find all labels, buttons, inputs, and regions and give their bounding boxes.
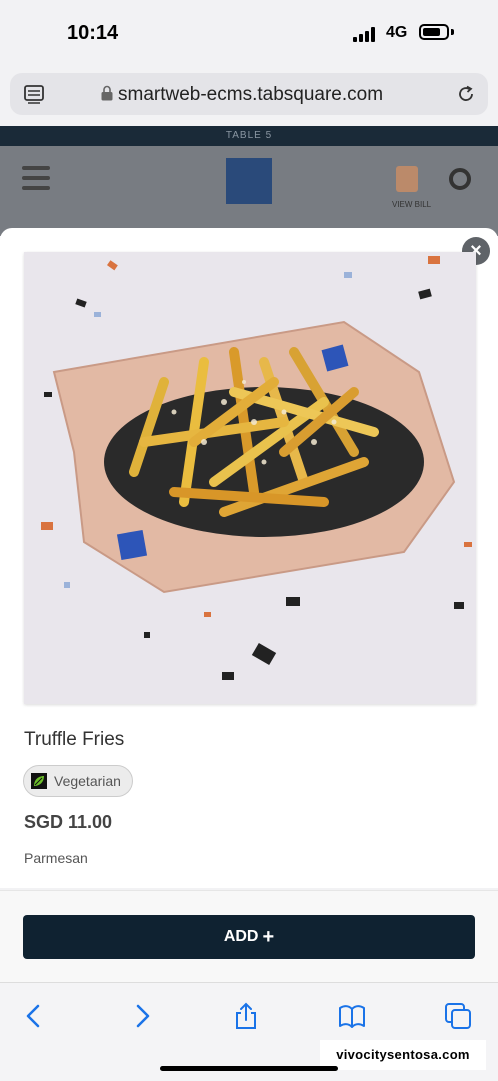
bookmarks-icon[interactable] [338,1002,366,1030]
battery-icon [419,24,449,40]
battery-tip [451,29,454,35]
share-icon[interactable] [232,1002,260,1030]
background-page: TABLE 5 VIEW BILL [0,126,498,236]
leaf-icon [31,773,47,789]
vegetarian-badge: Vegetarian [23,765,133,797]
forward-icon[interactable] [128,1002,156,1030]
view-bill-label: VIEW BILL [392,200,432,209]
view-bill-button: VIEW BILL [392,166,432,209]
bill-icon [396,166,418,192]
reader-view-icon[interactable] [24,84,44,104]
menu-icon [22,166,50,196]
status-bar: 10:14 4G [0,0,498,66]
fries-photo-icon [24,252,476,704]
network-label: 4G [386,24,408,41]
product-name: Truffle Fries [24,729,125,750]
reload-icon[interactable] [456,84,476,104]
vegetarian-label: Vegetarian [54,773,121,789]
add-button[interactable]: ADD + [23,915,475,959]
signal-icon [353,26,377,42]
clock: 10:14 [67,22,119,44]
product-description: Parmesan [24,850,88,866]
url-text[interactable]: smartweb-ecms.tabsquare.com [118,84,383,106]
table-label: TABLE 5 [0,126,498,146]
watermark: vivocitysentosa.com [320,1040,486,1070]
restaurant-logo [226,158,272,204]
search-icon [449,168,471,190]
add-button-label: ADD [223,928,259,945]
address-bar[interactable]: smartweb-ecms.tabsquare.com [10,73,488,115]
plus-icon: + [262,926,275,948]
product-image [24,252,476,704]
home-indicator [160,1066,338,1071]
tabs-icon[interactable] [444,1002,472,1030]
lock-icon [101,85,113,101]
back-icon[interactable] [20,1002,48,1030]
product-price: SGD 11.00 [24,812,113,832]
